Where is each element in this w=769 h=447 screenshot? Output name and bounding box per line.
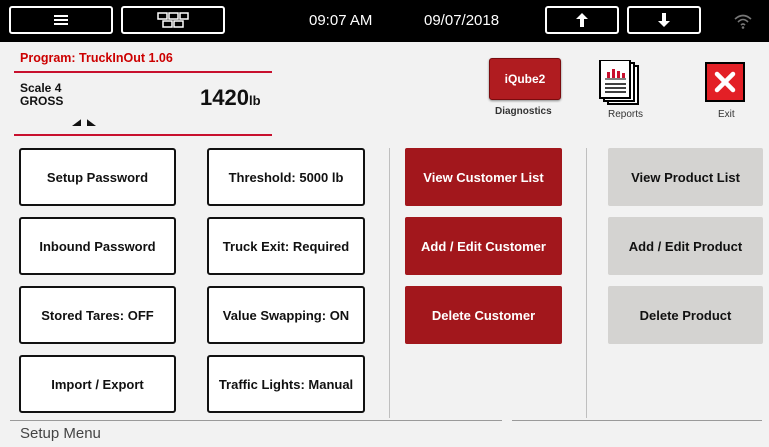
reports-label: Reports <box>608 109 644 120</box>
weight-display: 1420lb <box>200 85 261 111</box>
diagnostics-label: Diagnostics <box>495 106 552 117</box>
clock-date: 09/07/2018 <box>424 12 500 29</box>
import-export-button[interactable]: Import / Export <box>19 355 176 413</box>
clock-time: 09:07 AM <box>309 12 373 29</box>
weight-unit: lb <box>248 93 261 108</box>
traffic-lights-button[interactable]: Traffic Lights: Manual <box>207 355 365 413</box>
add-edit-product-button[interactable]: Add / Edit Product <box>608 217 763 275</box>
hamburger-icon <box>54 15 68 25</box>
grid-button[interactable] <box>121 6 225 34</box>
close-icon <box>714 71 736 93</box>
program-title: Program: TruckInOut 1.06 <box>20 51 173 65</box>
scale-info: Scale 4 GROSS <box>20 82 63 108</box>
truck-exit-button[interactable]: Truck Exit: Required <box>207 217 365 275</box>
header-divider-top <box>14 71 272 73</box>
delete-customer-button[interactable]: Delete Customer <box>405 286 562 344</box>
menu-button[interactable] <box>9 6 113 34</box>
column-divider <box>586 148 587 418</box>
center-of-zero-icon <box>72 117 96 126</box>
diagnostics-button[interactable]: iQube2 <box>489 58 561 100</box>
footer-divider <box>512 420 762 421</box>
arrow-down-icon <box>658 13 670 27</box>
grid-icon <box>157 12 189 28</box>
footer-title: Setup Menu <box>20 425 101 442</box>
exit-button[interactable] <box>705 62 745 102</box>
diagnostics-button-label: iQube2 <box>504 72 546 86</box>
column-divider <box>389 148 390 418</box>
reports-icon[interactable] <box>598 60 642 106</box>
footer-divider <box>10 420 502 421</box>
add-edit-customer-button[interactable]: Add / Edit Customer <box>405 217 562 275</box>
scroll-down-button[interactable] <box>627 6 701 34</box>
view-product-list-button[interactable]: View Product List <box>608 148 763 206</box>
delete-product-button[interactable]: Delete Product <box>608 286 763 344</box>
weight-value: 1420 <box>200 85 249 110</box>
scale-mode: GROSS <box>20 94 64 108</box>
setup-password-button[interactable]: Setup Password <box>19 148 176 206</box>
stored-tares-button[interactable]: Stored Tares: OFF <box>19 286 176 344</box>
exit-label: Exit <box>718 109 735 120</box>
header-divider-bottom <box>14 134 272 136</box>
scroll-up-button[interactable] <box>545 6 619 34</box>
inbound-password-button[interactable]: Inbound Password <box>19 217 176 275</box>
top-bar: 09:07 AM 09/07/2018 <box>0 0 769 42</box>
arrow-up-icon <box>576 13 588 27</box>
threshold-button[interactable]: Threshold: 5000 lb <box>207 148 365 206</box>
view-customer-list-button[interactable]: View Customer List <box>405 148 562 206</box>
wifi-icon <box>734 14 752 29</box>
value-swapping-button[interactable]: Value Swapping: ON <box>207 286 365 344</box>
